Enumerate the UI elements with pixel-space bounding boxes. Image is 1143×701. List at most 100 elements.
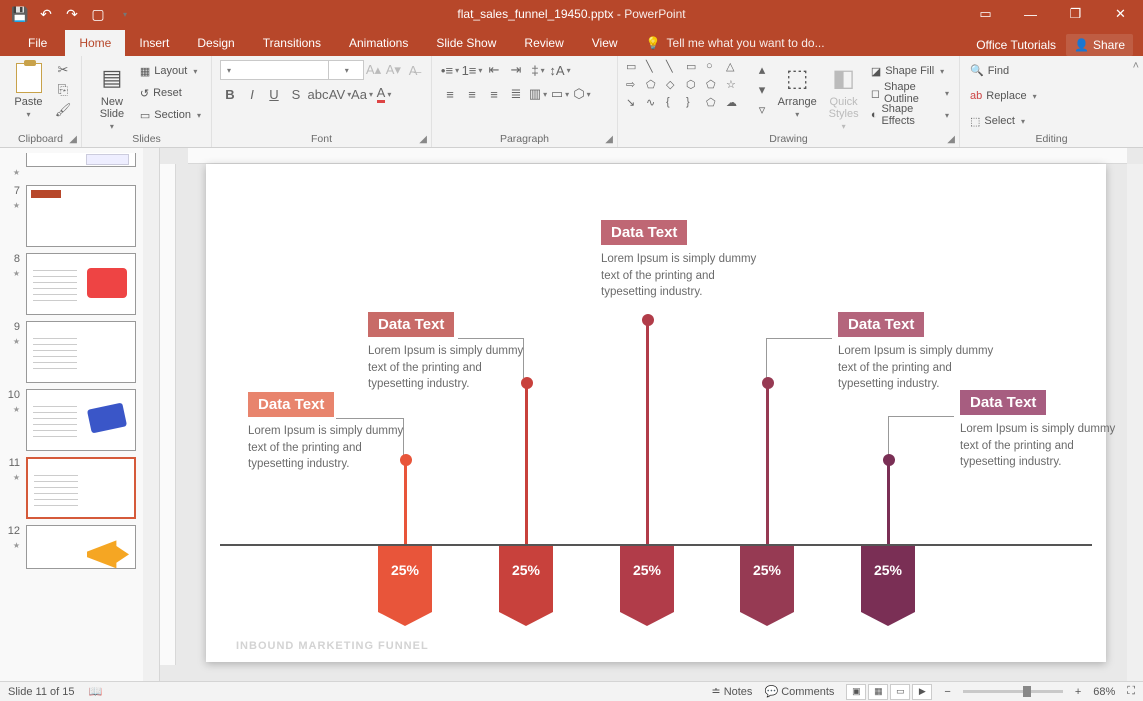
undo-icon[interactable]: ↶ <box>34 2 58 26</box>
thumb-12[interactable]: 12★ <box>0 522 159 572</box>
shape-effects-button[interactable]: ◐ Shape Effects <box>869 104 951 126</box>
thumb-scrollbar[interactable] <box>143 148 159 681</box>
horizontal-ruler[interactable] <box>188 148 1127 164</box>
find-button[interactable]: 🔍 Find <box>968 60 1135 81</box>
align-text-button[interactable]: ▭ <box>550 84 570 104</box>
clipboard-launcher-icon[interactable]: ◢ <box>69 134 77 145</box>
paste-button[interactable]: Paste ▾ <box>8 60 49 132</box>
tab-transitions[interactable]: Transitions <box>249 30 335 56</box>
font-size-combo[interactable] <box>328 60 364 80</box>
select-button[interactable]: ⬚ Select <box>968 111 1135 132</box>
italic-button[interactable]: I <box>242 84 262 104</box>
section-button[interactable]: ▭ Section <box>138 104 203 126</box>
data-label-1[interactable]: Data Text <box>248 392 334 417</box>
font-color-button[interactable]: A <box>374 84 394 104</box>
tab-design[interactable]: Design <box>183 30 248 56</box>
shapes-more-icon[interactable]: ▴ <box>752 60 772 80</box>
bullets-button[interactable]: •≡ <box>440 60 460 80</box>
bold-button[interactable]: B <box>220 84 240 104</box>
layout-button[interactable]: ▦ Layout <box>138 60 203 82</box>
tab-slideshow[interactable]: Slide Show <box>422 30 510 56</box>
normal-view-button[interactable]: ▣ <box>846 684 866 700</box>
comments-button[interactable]: 💬 Comments <box>764 685 834 698</box>
tab-insert[interactable]: Insert <box>125 30 183 56</box>
banner-2[interactable]: 25% <box>499 546 553 612</box>
data-desc-4[interactable]: Lorem Ipsum is simply dummy text of the … <box>838 343 1008 393</box>
slide-counter[interactable]: Slide 11 of 15 <box>8 686 74 698</box>
smartart-button[interactable]: ⬡ <box>572 84 592 104</box>
redo-icon[interactable]: ↷ <box>60 2 84 26</box>
thumb-10[interactable]: 10★ <box>0 386 159 454</box>
qat-customize-icon[interactable] <box>112 2 136 26</box>
thumb-8[interactable]: 8★ <box>0 250 159 318</box>
tab-file[interactable]: File <box>14 30 61 56</box>
shape-fill-button[interactable]: ◪ Shape Fill <box>869 60 951 82</box>
notes-button[interactable]: ≐ Notes <box>711 685 752 698</box>
tab-view[interactable]: View <box>578 30 632 56</box>
data-desc-3[interactable]: Lorem Ipsum is simply dummy text of the … <box>601 251 771 301</box>
start-from-beginning-icon[interactable]: ▢ <box>86 2 110 26</box>
banner-4[interactable]: 25% <box>740 546 794 612</box>
drawing-launcher-icon[interactable]: ◢ <box>947 134 955 145</box>
font-name-combo[interactable] <box>220 60 329 80</box>
text-direction-button[interactable]: ↕A <box>550 60 570 80</box>
banner-1[interactable]: 25% <box>378 546 432 612</box>
new-slide-button[interactable]: ▤ New Slide ▾ <box>90 60 134 132</box>
data-label-3[interactable]: Data Text <box>601 220 687 245</box>
align-right-button[interactable]: ≡ <box>484 84 504 104</box>
decrease-indent-button[interactable]: ⇤ <box>484 60 504 80</box>
thumb-9[interactable]: 9★ <box>0 318 159 386</box>
shapes-expand-icon[interactable]: ▿ <box>752 100 772 120</box>
numbering-button[interactable]: 1≡ <box>462 60 482 80</box>
columns-button[interactable]: ▥ <box>528 84 548 104</box>
banner-3[interactable]: 25% <box>620 546 674 612</box>
banner-5[interactable]: 25% <box>861 546 915 612</box>
strikethrough-button[interactable]: S <box>286 84 306 104</box>
align-left-button[interactable]: ≡ <box>440 84 460 104</box>
arrange-button[interactable]: ⬚Arrange▾ <box>776 60 818 132</box>
tab-animations[interactable]: Animations <box>335 30 422 56</box>
increase-indent-button[interactable]: ⇥ <box>506 60 526 80</box>
shadow-button[interactable]: abc <box>308 84 328 104</box>
justify-button[interactable]: ≣ <box>506 84 526 104</box>
data-label-4[interactable]: Data Text <box>838 312 924 337</box>
fit-to-window-button[interactable]: ⛶ <box>1127 685 1135 698</box>
reading-view-button[interactable]: ▭ <box>890 684 910 700</box>
minimize-button[interactable]: — <box>1008 0 1053 28</box>
ribbon-display-options-icon[interactable]: ▭ <box>963 0 1008 28</box>
char-spacing-button[interactable]: AV <box>330 84 350 104</box>
paragraph-launcher-icon[interactable]: ◢ <box>605 134 613 145</box>
tab-review[interactable]: Review <box>510 30 577 56</box>
data-label-2[interactable]: Data Text <box>368 312 454 337</box>
decrease-font-button[interactable]: A▾ <box>383 60 403 80</box>
tab-home[interactable]: Home <box>65 30 125 56</box>
clear-formatting-button[interactable]: A̶ <box>403 60 423 80</box>
data-desc-5[interactable]: Lorem Ipsum is simply dummy text of the … <box>960 421 1130 471</box>
shapes-more-icon2[interactable]: ▾ <box>752 80 772 100</box>
line-spacing-button[interactable]: ‡ <box>528 60 548 80</box>
replace-button[interactable]: ab Replace <box>968 85 1135 106</box>
zoom-in-button[interactable]: + <box>1075 686 1081 698</box>
zoom-slider[interactable] <box>963 690 1063 693</box>
slideshow-view-button[interactable]: ▶ <box>912 684 932 700</box>
spellcheck-icon[interactable]: 📖 <box>88 685 102 698</box>
collapse-ribbon-icon[interactable]: ˄ <box>1133 60 1139 72</box>
data-label-5[interactable]: Data Text <box>960 390 1046 415</box>
office-tutorials-link[interactable]: Office Tutorials <box>976 38 1056 52</box>
sorter-view-button[interactable]: ▦ <box>868 684 888 700</box>
shapes-gallery[interactable]: ▭╲╲▭○△ ⇨⬠◇⬡⬠☆ ↘∿{}⬠☁ <box>626 60 744 132</box>
tell-me-input[interactable]: 💡Tell me what you want to do... <box>632 30 839 56</box>
thumb-6-partial[interactable]: ★ <box>0 150 159 182</box>
restore-button[interactable]: ❐ <box>1053 0 1098 28</box>
close-button[interactable]: ✕ <box>1098 0 1143 28</box>
share-button[interactable]: 👤Share <box>1066 34 1133 56</box>
underline-button[interactable]: U <box>264 84 284 104</box>
increase-font-button[interactable]: A▴ <box>364 60 384 80</box>
zoom-out-button[interactable]: − <box>944 686 950 698</box>
quick-styles-button[interactable]: ◧Quick Styles▾ <box>822 60 864 132</box>
thumb-7[interactable]: 7★ <box>0 182 159 250</box>
save-icon[interactable]: 💾 <box>8 2 32 26</box>
cut-button[interactable]: ✂ <box>53 60 73 80</box>
format-painter-button[interactable]: 🖌 <box>53 100 73 120</box>
slide-footer-title[interactable]: INBOUND MARKETING FUNNEL <box>236 640 429 652</box>
